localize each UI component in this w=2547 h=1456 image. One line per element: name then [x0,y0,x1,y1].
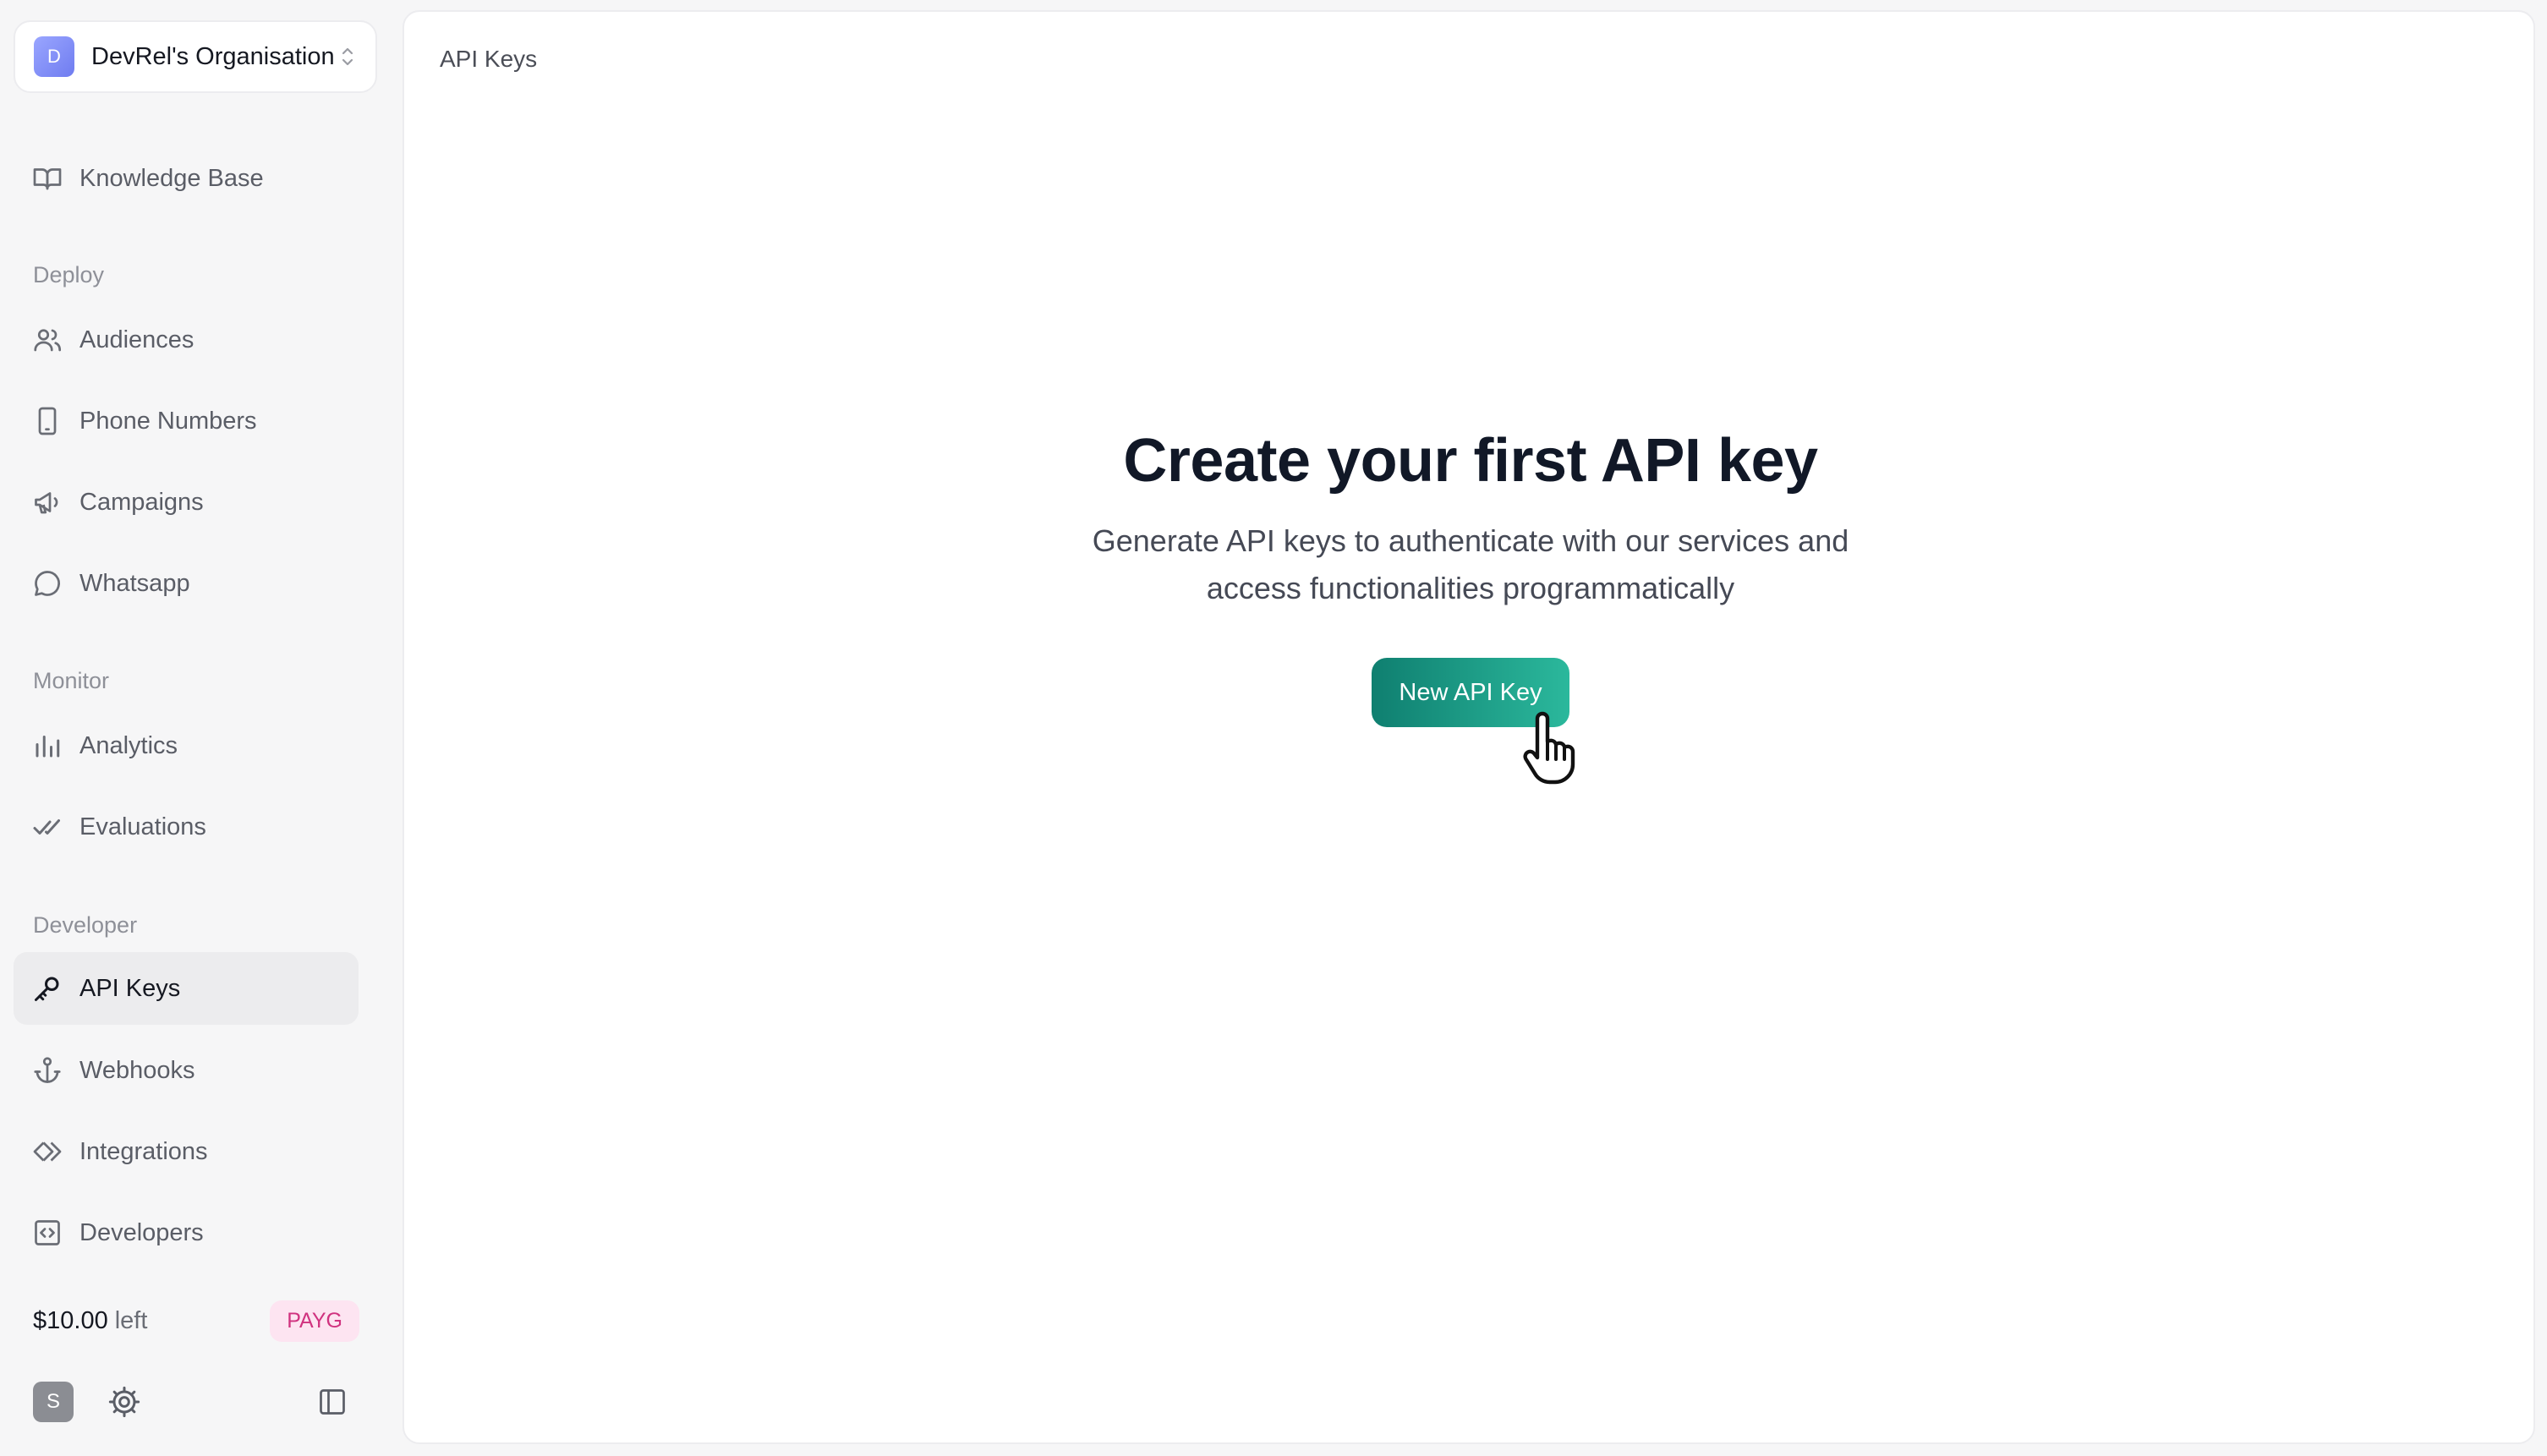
sidebar-item-phone-numbers[interactable]: Phone Numbers [14,385,359,457]
megaphone-icon [35,492,58,514]
gear-icon[interactable] [107,1385,141,1419]
sidebar-item-label: Phone Numbers [79,407,257,435]
credit-suffix: left [114,1306,148,1334]
sidebar: D DevRel's Organisation Knowledge Base D… [0,0,401,1456]
sidebar-item-webhooks[interactable]: Webhooks [14,1034,359,1107]
sidebar-footer: S [33,1382,348,1422]
code-square-icon [35,1220,60,1245]
sidebar-item-campaigns[interactable]: Campaigns [14,466,359,539]
sidebar-item-knowledge-base[interactable]: Knowledge Base [14,142,359,215]
sidebar-item-api-keys[interactable]: API Keys [14,952,359,1025]
sidebar-item-label: Evaluations [79,813,206,840]
sidebar-item-label: API Keys [79,974,181,1002]
sidebar-item-label: Analytics [79,731,178,759]
chat-bubble-icon [35,571,60,596]
org-name: DevRel's Organisation [91,42,335,70]
sidebar-item-label: Integrations [79,1137,208,1165]
breadcrumb: API Keys [440,46,538,72]
double-check-icon [33,819,60,835]
sidebar-item-label: Developers [79,1218,204,1246]
sidebar-item-label: Knowledge Base [79,164,264,192]
credit-amount: $10.00 [33,1306,108,1334]
app-window: D DevRel's Organisation Knowledge Base D… [0,0,2547,1456]
section-heading-developer: Developer [33,912,138,938]
key-icon [35,977,59,1001]
bar-chart-icon [36,736,60,758]
section-heading-monitor: Monitor [33,668,110,693]
main-panel: API Keys Create your first API key Gener… [403,10,2535,1444]
credit-balance: $10.00 left [33,1307,147,1335]
sidebar-item-label: Audiences [79,326,194,353]
sidebar-item-developers[interactable]: Developers [14,1196,359,1269]
anchor-icon [34,1057,61,1083]
book-open-icon [33,168,62,190]
sidebar-item-audiences[interactable]: Audiences [14,304,359,376]
phone-device-icon [38,407,57,435]
empty-state-description: Generate API keys to authenticate with o… [1092,523,1849,605]
sidebar-item-label: Webhooks [79,1056,195,1084]
org-avatar: D [34,36,74,77]
billing-row: $10.00 left PAYG [33,1299,359,1343]
users-icon [34,329,62,352]
org-switcher[interactable]: D DevRel's Organisation [14,20,377,93]
sidebar-item-evaluations[interactable]: Evaluations [14,791,359,863]
chevron-up-down-icon [342,47,353,66]
page-title: Create your first API key [1123,427,1818,495]
sidebar-item-label: Campaigns [79,488,204,516]
sidebar-item-whatsapp[interactable]: Whatsapp [14,547,359,620]
sidebar-item-analytics[interactable]: Analytics [14,709,359,782]
empty-state: Create your first API key Generate API k… [404,426,2537,727]
user-avatar[interactable]: S [33,1382,74,1422]
section-heading-deploy: Deploy [33,262,105,287]
sidebar-item-label: Whatsapp [79,569,190,597]
diamond-link-icon [33,1141,62,1162]
sidebar-item-integrations[interactable]: Integrations [14,1115,359,1188]
hand-cursor-icon [1523,711,1575,785]
sidebar-toggle-icon[interactable] [317,1387,348,1417]
plan-badge[interactable]: PAYG [270,1300,359,1342]
